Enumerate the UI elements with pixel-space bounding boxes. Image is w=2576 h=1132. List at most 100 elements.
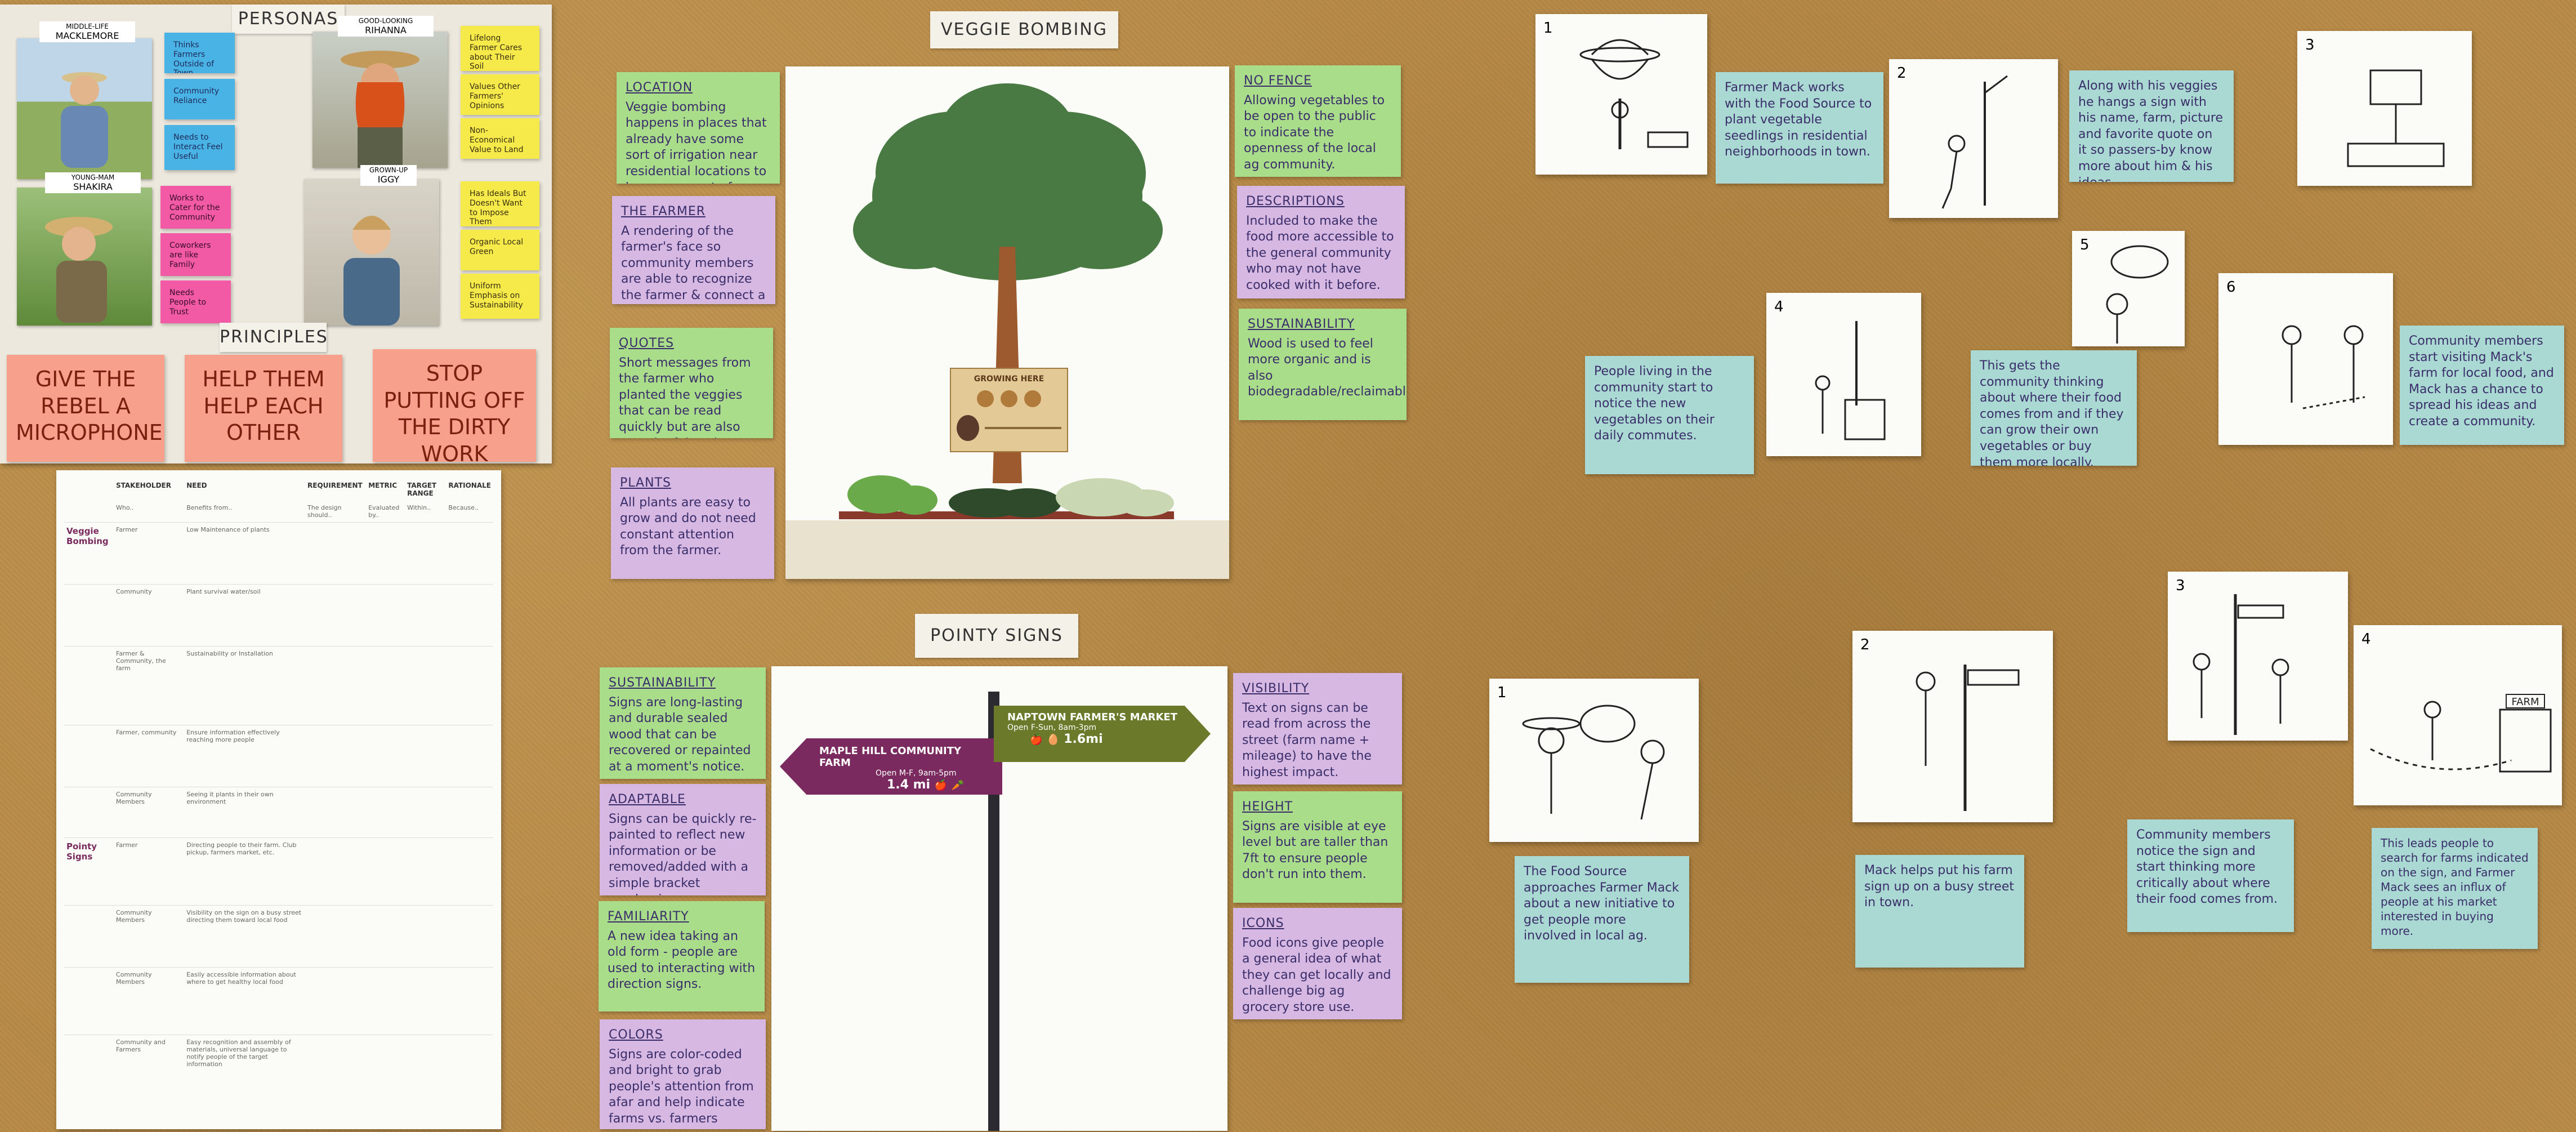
persona-note: Has Ideals But Doesn't Want to Impose Th…	[461, 181, 539, 226]
vegetable-icon	[977, 390, 994, 407]
storyboard-frame: 6	[2218, 273, 2393, 445]
vegetable-icon: 🍎	[1030, 734, 1043, 746]
vegetable-icon: 🥕	[951, 779, 965, 791]
persona-note: Needs to Interact Feel Useful	[164, 125, 235, 170]
persona-note: Uniform Emphasis on Sustainability	[461, 274, 539, 319]
principle-note: STOP PUTTING OFF THE DIRTY WORK	[373, 349, 536, 462]
storyboard-frame: 5	[2072, 231, 2185, 346]
persona-photo-macklemore	[17, 38, 152, 179]
storyboard-frame: 2	[1852, 631, 2053, 822]
storyboard-frame: 1	[1489, 679, 1699, 842]
table-row: Community Members Easily accessible info…	[64, 967, 493, 1035]
persona-caption-shakira: YOUNG-MAM SHAKIRA	[45, 172, 141, 193]
table-row: Community Members Visibility on the sign…	[64, 905, 493, 968]
sketch-sign-planter-icon	[2347, 69, 2445, 167]
sketch-people-signpost-icon	[2193, 594, 2289, 735]
vegetable-icon	[1001, 390, 1017, 407]
vegetable-icon: 🥚	[1047, 734, 1060, 746]
table-row: Community Plant survival water/soil	[64, 584, 493, 647]
veggie-note-no-fence: NO FENCE Allowing vegetables to be open …	[1235, 65, 1401, 177]
storyboard-caption: Community members notice the sign and st…	[2127, 819, 2294, 932]
veggie-note-quotes: QUOTES Short messages from the farmer wh…	[610, 328, 773, 438]
sketch-farmer-conversation-icon	[1522, 705, 1665, 820]
persona-note: Needs People to Trust	[160, 280, 231, 323]
veggie-note-sustainability: SUSTAINABILITY Wood is used to feel more…	[1239, 309, 1407, 420]
farmer-portrait-icon	[343, 216, 400, 326]
personas-board: PERSONAS MIDDLE-LIFE MACKLEMORE GOOD-LOO…	[0, 5, 552, 464]
veggie-note-descriptions: DESCRIPTIONS Included to make the food m…	[1237, 186, 1405, 298]
persona-note: Non-Economical Value to Land	[461, 118, 539, 159]
sketch-farmer-icon	[1579, 39, 1689, 149]
persona-note: Values Other Farmers' Opinions	[461, 74, 539, 115]
principle-note: HELP THEM HELP EACH OTHER	[185, 355, 342, 462]
storyboard-caption: Mack helps put his farm sign up on a bus…	[1855, 855, 2024, 968]
pointy-signs-poster: MAPLE HILL COMMUNITY FARM Open M-F, 9am-…	[771, 666, 1227, 1131]
storyboard-frame: 3	[2297, 31, 2472, 186]
storyboard-frame: 2	[1889, 59, 2058, 218]
veggie-bombing-poster: GROWING HERE	[785, 66, 1229, 579]
tree-sign-illustration	[785, 83, 1229, 579]
persona-photo-rihanna	[312, 32, 448, 168]
table-subheader-row: Who.. Benefits from.. The design should.…	[116, 504, 479, 519]
storyboard-frame: 4	[1766, 293, 1921, 456]
plants-icon	[847, 475, 937, 515]
persona-caption-macklemore: MIDDLE-LIFE MACKLEMORE	[39, 21, 135, 42]
storyboard-caption: Farmer Mack works with the Food Source t…	[1716, 72, 1883, 184]
table-row: Veggie Bombing Farmer Low Maintenance of…	[64, 522, 493, 585]
growing-here-sign: GROWING HERE	[950, 368, 1068, 452]
requirements-grid: STAKEHOLDER NEED REQUIREMENT METRIC TARG…	[64, 478, 493, 1103]
storyboard-frame: 3	[2168, 572, 2348, 741]
table-row: Community Members Seeing it plants in th…	[64, 787, 493, 838]
table-header-row: STAKEHOLDER NEED REQUIREMENT METRIC TARG…	[116, 482, 491, 497]
farmer-portrait-icon	[341, 51, 419, 168]
farm-sign-label: FARM	[2506, 694, 2545, 708]
vegetable-icon	[1024, 390, 1041, 407]
persona-photo-shakira	[17, 188, 152, 326]
persona-photo-iggy	[304, 179, 439, 326]
sign-note-icons: ICONS Food icons give people a general i…	[1233, 908, 1402, 1019]
farmer-portrait-icon	[61, 72, 108, 168]
table-row: Pointy Signs Farmer Directing people to …	[64, 837, 493, 906]
persona-note: Lifelong Farmer Cares about Their Soil	[461, 26, 539, 71]
pointy-signs-title: POINTY SIGNS	[915, 614, 1078, 658]
sketch-person-tree-icon	[1941, 75, 2008, 209]
farmer-face-icon	[957, 415, 979, 441]
farmer-portrait-icon	[45, 217, 113, 323]
storyboard-caption: People living in the community start to …	[1585, 356, 1754, 474]
storyboard-frame: 1	[1535, 14, 1707, 175]
persona-note: Coworkers are like Family	[160, 233, 231, 276]
sketch-two-people-farm-icon	[2282, 325, 2365, 409]
persona-note: Community Reliance	[164, 79, 235, 119]
storyboard-frame: 4 FARM	[2354, 625, 2562, 805]
sketch-path-to-farm-icon	[2370, 701, 2552, 773]
sketch-person-signpost-icon	[1916, 665, 2020, 811]
principle-note: GIVE THE REBEL A MICROPHONE	[7, 355, 164, 462]
table-row: Farmer & Community, the farm Sustainabil…	[64, 646, 493, 725]
persona-caption-iggy: GROWN-UP IGGY	[360, 165, 417, 186]
vegetable-icon: 🍎	[934, 779, 948, 791]
persona-note: Thinks Farmers Outside of Town	[164, 33, 235, 73]
principles-title: PRINCIPLES	[220, 323, 327, 352]
sign-note-adaptable: ADAPTABLE Signs can be quickly re-painte…	[600, 784, 766, 895]
sign-note-height: HEIGHT Signs are visible at eye level bu…	[1233, 791, 1402, 903]
sign-note-colors: COLORS Signs are color-coded and bright …	[600, 1019, 766, 1129]
sign-right-naptown: NAPTOWN FARMER'S MARKET Open F-Sun, 8am-…	[994, 706, 1211, 762]
sign-note-sustainability: SUSTAINABILITY Signs are long-lasting an…	[600, 667, 766, 779]
table-row: Community and Farmers Easy recognition a…	[64, 1035, 493, 1103]
sign-note-familiarity: FAMILIARITY A new idea taking an old for…	[599, 901, 765, 1011]
veggie-note-plants: PLANTS All plants are easy to grow and d…	[611, 467, 774, 579]
storyboard-caption: This leads people to search for farms in…	[2372, 828, 2538, 949]
veggie-note-the-farmer: THE FARMER A rendering of the farmer's f…	[612, 196, 775, 304]
veggie-note-location: LOCATION Veggie bombing happens in place…	[617, 72, 780, 184]
veggie-bombing-title: VEGGIE BOMBING	[930, 11, 1118, 48]
requirements-table: STAKEHOLDER NEED REQUIREMENT METRIC TARG…	[56, 470, 501, 1129]
storyboard-caption: Community members start visiting Mack's …	[2400, 326, 2564, 445]
sign-left-maple-hill: MAPLE HILL COMMUNITY FARM Open M-F, 9am-…	[780, 738, 1002, 795]
persona-note: Works to Cater for the Community	[160, 186, 231, 229]
storyboard-caption: The Food Source approaches Farmer Mack a…	[1515, 856, 1689, 983]
storyboard-caption: Along with his veggies he hangs a sign w…	[2069, 70, 2234, 182]
table-row: Farmer, community Ensure information eff…	[64, 725, 493, 787]
personas-title: PERSONAS	[232, 5, 345, 34]
storyboard-caption: This gets the community thinking about w…	[1971, 350, 2137, 466]
sketch-tree-person-icon	[1815, 321, 1886, 440]
